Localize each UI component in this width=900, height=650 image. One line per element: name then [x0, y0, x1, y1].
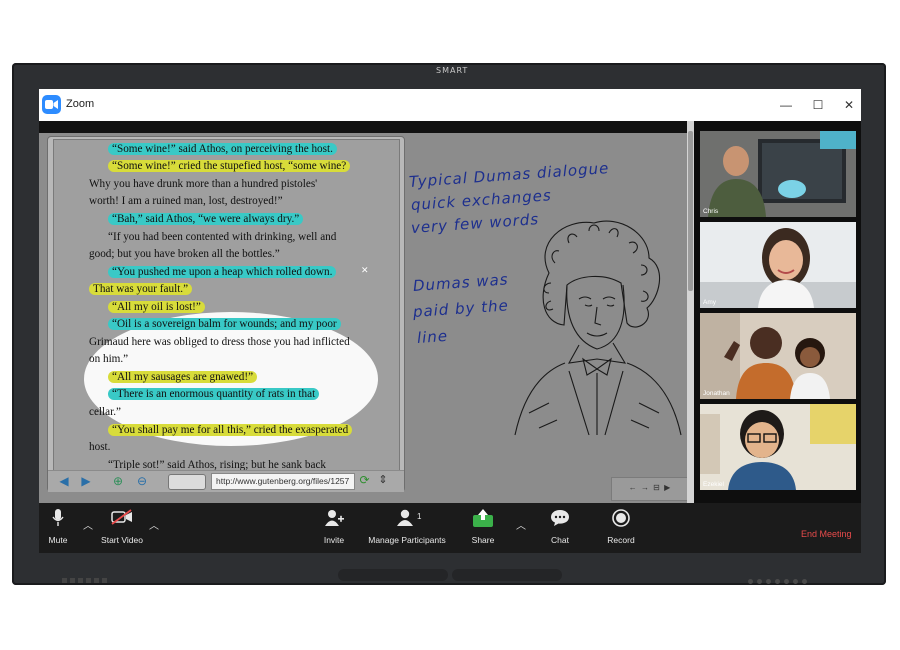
invite-user-icon	[319, 509, 349, 531]
book-line: on him.”	[89, 353, 129, 365]
participants-icon: 1	[365, 509, 449, 531]
url-field[interactable]: http://www.gutenberg.org/files/1257	[211, 473, 355, 490]
participant-name: Ezekiel	[703, 481, 724, 488]
book-line: “Some wine!” said Athos, on perceiving t…	[108, 140, 399, 158]
participant-video-tile[interactable]: Ezekiel	[700, 404, 856, 490]
share-options-caret-icon[interactable]: ︿	[516, 517, 526, 532]
chat-label: Chat	[551, 535, 569, 545]
book-line: worth! I am a ruined man, lost, destroye…	[89, 195, 283, 207]
end-meeting-button[interactable]: End Meeting	[801, 529, 852, 539]
audio-options-caret-icon[interactable]: ︿	[83, 517, 93, 532]
participant-video-image	[700, 404, 856, 490]
record-icon	[605, 509, 637, 531]
book-line: “All my sausages are gnawed!”	[108, 368, 399, 386]
keyboard-icon[interactable]	[168, 474, 206, 490]
refresh-icon[interactable]: ⟳	[357, 473, 372, 488]
book-line: good; but you have broken all the bottle…	[89, 248, 280, 260]
chat-bubble-icon	[547, 509, 573, 531]
participant-video-tile[interactable]: Chris	[700, 131, 856, 217]
close-button[interactable]: ✕	[838, 95, 860, 115]
pen-tray-left	[338, 569, 448, 581]
invite-label: Invite	[323, 535, 345, 545]
participant-name: Amy	[703, 299, 716, 306]
book-line: “If you had been contented with drinking…	[108, 231, 337, 243]
annotation-line: paid by the	[412, 296, 510, 321]
book-line: “You pushed me upon a heap which rolled …	[108, 263, 399, 281]
participant-video-tile[interactable]: Amy	[700, 222, 856, 308]
chat-button[interactable]: Chat	[547, 509, 573, 549]
zoom-in-icon[interactable]: ⊕	[110, 474, 126, 488]
front-control-buttons	[748, 571, 811, 589]
mute-label: Mute	[48, 535, 68, 545]
share-screen-icon	[469, 509, 497, 531]
front-ports	[62, 570, 122, 583]
book-line: Grimaud here was obliged to dress those …	[89, 336, 350, 348]
annotation-line: Typical Dumas dialogue	[408, 159, 610, 191]
annotation-line: Dumas was	[412, 270, 510, 295]
scrollbar-thumb[interactable]	[688, 131, 693, 291]
book-line: “Bah,” said Athos, “we were always dry.”	[108, 210, 399, 228]
video-gallery: Chris Amy Jonathan Ezekiel	[694, 121, 861, 503]
book-line: “Some wine!” cried the stupefied host, “…	[108, 157, 399, 175]
book-line: “All my oil is lost!”	[108, 298, 399, 316]
book-line: “There is an enormous quantity of rats i…	[108, 385, 399, 403]
book-line: Why you have drunk more than a hundred p…	[89, 178, 318, 190]
manage-participants-label: Manage Participants	[368, 535, 446, 545]
spotlight-close-icon[interactable]: ✕	[361, 265, 369, 276]
record-label: Record	[607, 535, 635, 545]
back-arrow-icon[interactable]: ◀	[56, 474, 72, 488]
vertical-scrollbar[interactable]	[687, 121, 694, 503]
mute-button[interactable]: Mute	[45, 509, 71, 549]
browser-window: “Some wine!” said Athos, on perceiving t…	[47, 136, 405, 492]
video-options-caret-icon[interactable]: ︿	[149, 517, 159, 532]
start-video-button[interactable]: Start Video	[99, 509, 145, 549]
monitor-brand-logo: SMART	[436, 66, 469, 75]
book-line: That was your fault.”	[89, 280, 399, 298]
book-line: “You shall pay me for all this,” cried t…	[108, 421, 399, 439]
minimize-button[interactable]: —	[775, 95, 797, 115]
participant-count: 1	[417, 512, 422, 521]
dumas-portrait-image	[514, 220, 682, 436]
window-title: Zoom	[66, 98, 95, 110]
book-line: host.	[89, 441, 111, 453]
microphone-icon	[45, 509, 71, 531]
forward-arrow-icon[interactable]: ▶	[78, 474, 94, 488]
pen-tray-right	[452, 569, 562, 581]
participant-name: Chris	[703, 208, 719, 215]
scroll-updown-icon[interactable]: ⇕	[377, 473, 389, 488]
book-line: “Oil is a sovereign balm for wounds; and…	[108, 315, 399, 333]
record-button[interactable]: Record	[605, 509, 637, 549]
participant-name: Jonathan	[703, 390, 730, 397]
window-titlebar: Zoom — ☐ ✕	[39, 89, 861, 122]
participant-video-image	[700, 222, 856, 308]
invite-button[interactable]: Invite	[319, 509, 349, 549]
annotation-line: line	[416, 326, 449, 347]
zoom-out-icon[interactable]: ⊖	[134, 474, 150, 488]
share-label: Share	[471, 535, 495, 545]
manage-participants-button[interactable]: 1 Manage Participants	[365, 509, 449, 549]
participant-video-tile[interactable]: Jonathan	[700, 313, 856, 399]
maximize-button[interactable]: ☐	[807, 95, 829, 115]
zoom-camera-icon	[42, 95, 61, 114]
participant-video-image	[700, 131, 856, 217]
book-line: cellar.”	[89, 406, 121, 418]
start-video-label: Start Video	[101, 535, 143, 545]
meeting-toolbar: Mute ︿ Start Video ︿ Invite 1 Manage Par…	[39, 503, 861, 553]
browser-toolbar: ◀ ▶ ⊕ ⊖ http://www.gutenberg.org/files/1…	[48, 470, 404, 492]
share-button[interactable]: Share	[469, 509, 497, 549]
share-top-strip	[39, 121, 694, 133]
zoom-window: Zoom — ☐ ✕ “Some wine!” said Athos, on p…	[39, 89, 861, 553]
annotation-mini-toolbar[interactable]: ← → ⊟ ▶	[611, 477, 689, 501]
book-line: “Triple sot!” said Athos, rising; but he…	[108, 459, 327, 471]
book-page: “Some wine!” said Athos, on perceiving t…	[53, 139, 400, 471]
shared-screen: “Some wine!” said Athos, on perceiving t…	[39, 121, 694, 503]
video-off-icon	[99, 509, 145, 531]
participant-video-image	[700, 313, 856, 399]
